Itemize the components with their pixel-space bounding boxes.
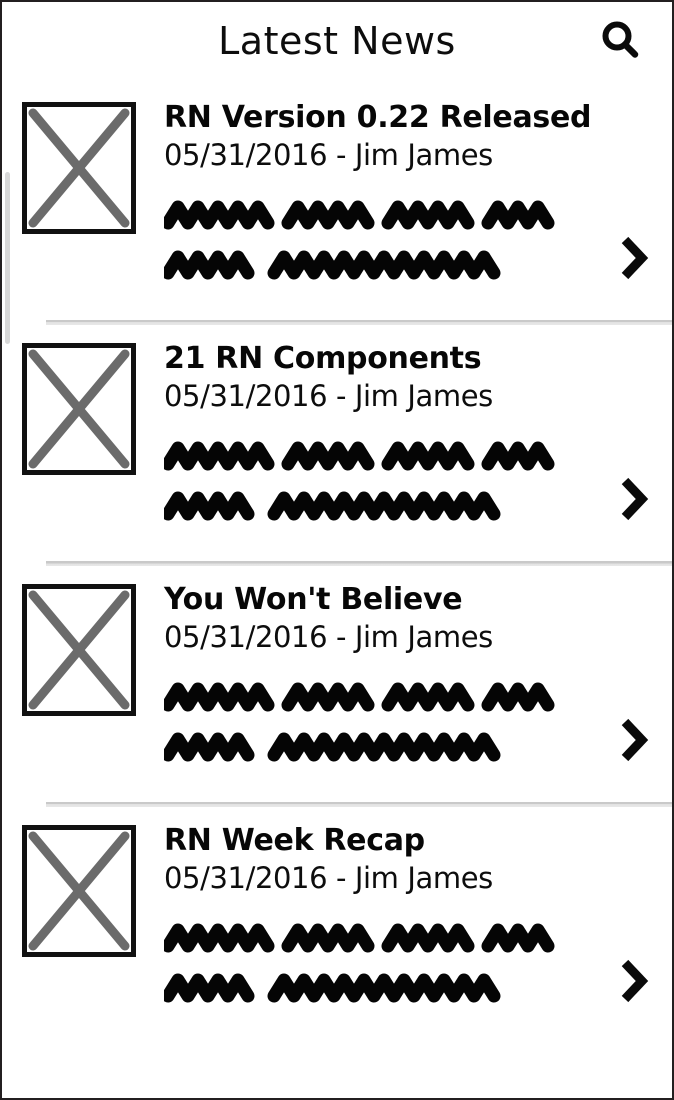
scribble-line [164, 235, 658, 280]
scribble-line [164, 717, 658, 762]
chevron-right-icon[interactable] [614, 955, 654, 1007]
image-placeholder-x-icon [22, 102, 136, 234]
list-item-body: RN Week Recap 05/31/2016 - Jim James [136, 821, 658, 1003]
search-icon[interactable] [592, 12, 648, 68]
scribble-line [164, 958, 658, 1003]
list-item[interactable]: You Won't Believe 05/31/2016 - Jim James [2, 566, 672, 796]
list-item[interactable]: 21 RN Components 05/31/2016 - Jim James [2, 325, 672, 555]
list-item-body: RN Version 0.22 Released 05/31/2016 - Ji… [136, 98, 658, 280]
list-item-title: 21 RN Components [164, 341, 482, 376]
chevron-right-icon[interactable] [614, 473, 654, 525]
app-header: Latest News [2, 2, 672, 84]
list-item-body: You Won't Believe 05/31/2016 - Jim James [136, 580, 658, 762]
image-placeholder-x-icon [22, 584, 136, 716]
image-placeholder-x-icon [22, 825, 136, 957]
list-item-meta: 05/31/2016 - Jim James [164, 138, 493, 173]
scribble-line [164, 920, 658, 958]
list-item-title: RN Week Recap [164, 823, 425, 858]
placeholder-text-scribbles [164, 920, 658, 1003]
list-item-meta: 05/31/2016 - Jim James [164, 620, 493, 655]
news-screen: Latest News RN Version 0.22 Released 05/… [0, 0, 674, 1100]
scribble-line [164, 438, 658, 476]
chevron-right-icon[interactable] [614, 714, 654, 766]
placeholder-text-scribbles [164, 679, 658, 762]
page-title: Latest News [218, 19, 456, 63]
news-list: RN Version 0.22 Released 05/31/2016 - Ji… [2, 84, 672, 1037]
list-item[interactable]: RN Week Recap 05/31/2016 - Jim James [2, 807, 672, 1037]
scribble-line [164, 197, 658, 235]
list-item-meta: 05/31/2016 - Jim James [164, 861, 493, 896]
image-placeholder-x-icon [22, 343, 136, 475]
list-item[interactable]: RN Version 0.22 Released 05/31/2016 - Ji… [2, 84, 672, 314]
chevron-right-icon[interactable] [614, 232, 654, 284]
list-item-body: 21 RN Components 05/31/2016 - Jim James [136, 339, 658, 521]
list-item-title: RN Version 0.22 Released [164, 100, 592, 135]
scribble-line [164, 679, 658, 717]
list-item-title: You Won't Believe [164, 582, 463, 617]
scribble-line [164, 476, 658, 521]
placeholder-text-scribbles [164, 197, 658, 280]
placeholder-text-scribbles [164, 438, 658, 521]
list-item-meta: 05/31/2016 - Jim James [164, 379, 493, 414]
